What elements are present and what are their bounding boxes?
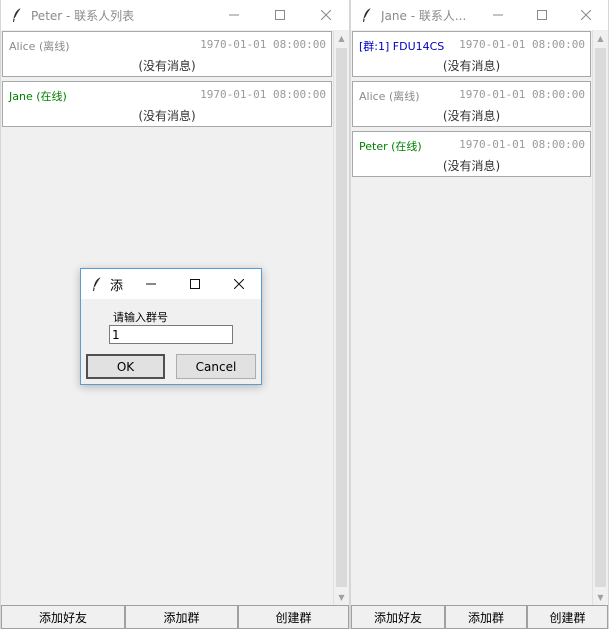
scroll-up-icon[interactable]: ▲ [334,30,349,46]
action-bar: 添加好友 添加群 创建群 [1,605,349,629]
add-group-button[interactable]: 添加群 [445,605,527,629]
contact-name: [群:1] FDU14CS [359,40,445,53]
add-friend-button[interactable]: 添加好友 [351,605,445,629]
minimize-icon[interactable] [476,0,520,30]
scroll-down-icon[interactable]: ▼ [593,589,608,605]
maximize-icon[interactable] [257,0,303,30]
group-number-label: 请输入群号 [113,311,168,324]
add-friend-button[interactable]: 添加好友 [1,605,125,629]
contact-message: (没有消息) [442,159,501,173]
contact-name: Jane (在线) [9,90,67,103]
scroll-down-icon[interactable]: ▼ [334,589,349,605]
create-group-button[interactable]: 创建群 [527,605,608,629]
contact-time: 1970-01-01 08:00:00 [200,38,326,51]
contact-item[interactable]: [群:1] FDU14CS 1970-01-01 08:00:00 (没有消息) [352,31,591,77]
contact-name: Peter (在线) [359,140,422,153]
contact-item[interactable]: Alice (离线) 1970-01-01 08:00:00 (没有消息) [2,31,332,77]
feather-icon [9,7,25,23]
titlebar[interactable]: Jane - 联系人... [351,0,608,30]
add-group-dialog: 添 请输入群号 OK Cancel [80,268,262,385]
vertical-scrollbar[interactable]: ▲ ▼ [333,30,349,605]
jane-contact-window: Jane - 联系人... [群:1] FDU14CS 1970-01-01 0… [350,0,609,629]
close-icon[interactable] [217,269,261,299]
contact-time: 1970-01-01 08:00:00 [459,138,585,151]
dialog-title: 添 [110,278,124,294]
scrollbar-thumb[interactable] [595,48,606,587]
scroll-up-icon[interactable]: ▲ [593,30,608,46]
minimize-icon[interactable] [129,269,173,299]
contact-item[interactable]: Peter (在线) 1970-01-01 08:00:00 (没有消息) [352,131,591,177]
close-icon[interactable] [303,0,349,30]
vertical-scrollbar[interactable]: ▲ ▼ [592,30,608,605]
contact-time: 1970-01-01 08:00:00 [200,88,326,101]
minimize-icon[interactable] [211,0,257,30]
action-bar: 添加好友 添加群 创建群 [351,605,608,629]
ok-button[interactable]: OK [86,354,165,379]
window-title: Jane - 联系人... [381,8,467,23]
contact-item[interactable]: Alice (离线) 1970-01-01 08:00:00 (没有消息) [352,81,591,127]
contact-time: 1970-01-01 08:00:00 [459,38,585,51]
contact-name: Alice (离线) [359,90,420,103]
contact-message: (没有消息) [442,109,501,123]
scrollbar-thumb[interactable] [336,48,347,587]
contact-list: [群:1] FDU14CS 1970-01-01 08:00:00 (没有消息)… [351,30,592,605]
add-group-button[interactable]: 添加群 [125,605,238,629]
cancel-button[interactable]: Cancel [176,354,256,379]
maximize-icon[interactable] [173,269,217,299]
close-icon[interactable] [564,0,608,30]
maximize-icon[interactable] [520,0,564,30]
contact-message: (没有消息) [138,109,196,123]
titlebar[interactable]: Peter - 联系人列表 [1,0,349,30]
window-title: Peter - 联系人列表 [31,8,135,23]
feather-icon [90,276,104,292]
create-group-button[interactable]: 创建群 [238,605,349,629]
contact-message: (没有消息) [442,59,501,73]
contact-time: 1970-01-01 08:00:00 [459,88,585,101]
group-number-input[interactable] [109,325,233,344]
feather-icon [359,7,375,23]
dialog-titlebar[interactable]: 添 [81,269,261,299]
contact-name: Alice (离线) [9,40,70,53]
contact-item[interactable]: Jane (在线) 1970-01-01 08:00:00 (没有消息) [2,81,332,127]
contact-message: (没有消息) [138,59,196,73]
